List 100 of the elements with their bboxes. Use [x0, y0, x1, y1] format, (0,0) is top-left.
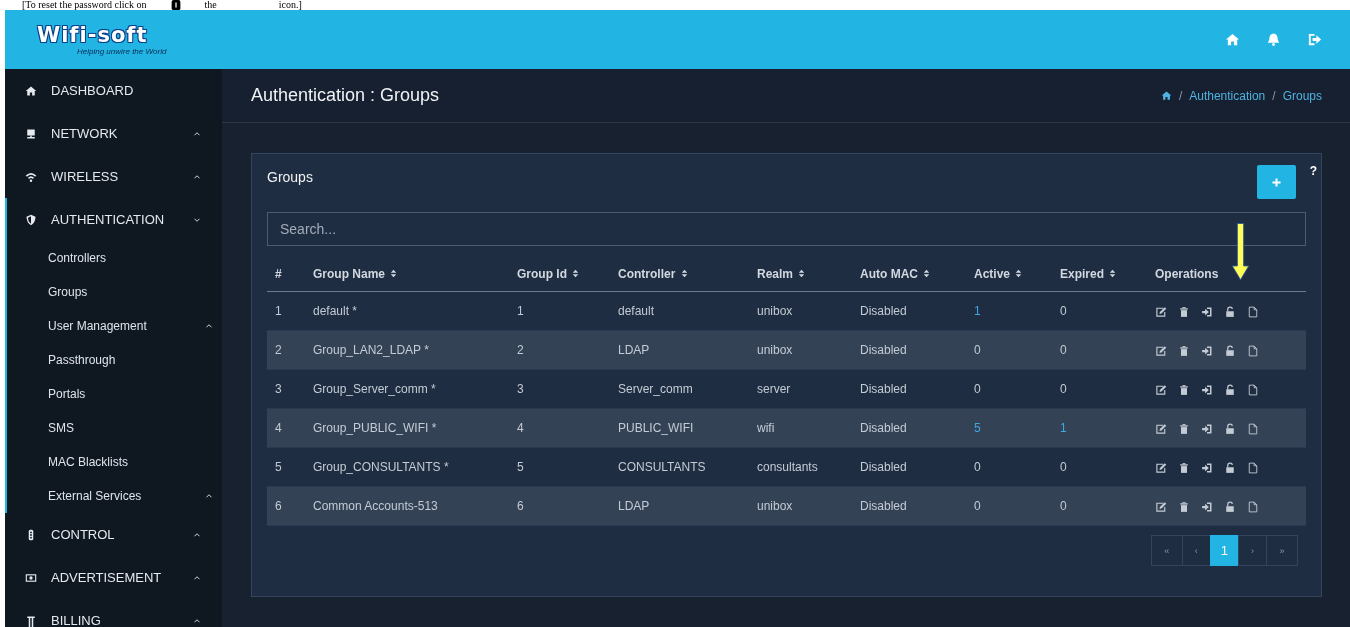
sign-in-icon[interactable] [1201, 344, 1213, 357]
sign-in-icon[interactable] [1201, 383, 1213, 396]
help-link[interactable]: ? [1309, 164, 1317, 199]
column-header[interactable]: Group Id [509, 256, 610, 292]
breadcrumb-link[interactable]: Groups [1282, 88, 1322, 103]
wifi-icon [25, 170, 37, 183]
edit-icon[interactable] [1155, 500, 1167, 513]
sidebar-item[interactable]: ADVERTISEMENT [5, 556, 222, 599]
sidebar-subitem[interactable]: Controllers [7, 241, 222, 275]
sidebar-item[interactable]: BILLING [5, 599, 222, 627]
table-cell: Group_LAN2_LDAP * [305, 330, 509, 370]
pagination-button[interactable]: « [1150, 535, 1183, 566]
trash-icon[interactable] [1178, 422, 1190, 435]
table-cell: 5 [267, 447, 305, 487]
sign-in-icon[interactable] [1201, 305, 1213, 318]
table-cell: Disabled [852, 486, 966, 526]
logo: Wifi-soft [37, 23, 148, 47]
count-link[interactable]: 5 [966, 408, 1052, 448]
file-icon[interactable] [1247, 500, 1259, 513]
table-cell: 4 [509, 408, 610, 448]
table-cell: Disabled [852, 408, 966, 448]
pagination-button[interactable]: ‹ [1181, 535, 1211, 566]
table-cell: Disabled [852, 330, 966, 370]
sign-in-icon[interactable] [1201, 422, 1213, 435]
column-header: # [267, 256, 305, 292]
sidebar-subitem[interactable]: Portals [7, 377, 222, 411]
sidebar-subitem[interactable]: External Services [7, 479, 222, 513]
table-cell: unibox [749, 330, 852, 370]
breadcrumb-link[interactable]: Authentication [1189, 88, 1266, 103]
table-cell: LDAP [610, 486, 749, 526]
file-icon[interactable] [1247, 344, 1259, 357]
sidebar-item[interactable]: DASHBOARD [5, 69, 222, 112]
column-header[interactable]: Auto MAC [852, 256, 966, 292]
edit-icon[interactable] [1155, 422, 1167, 435]
shield-icon [25, 213, 37, 226]
sign-in-icon[interactable] [1201, 500, 1213, 513]
sidebar-subitem[interactable]: SMS [7, 411, 222, 445]
edit-icon[interactable] [1155, 383, 1167, 396]
sidebar-item[interactable]: WIRELESS [5, 155, 222, 198]
column-header[interactable]: Realm [749, 256, 852, 292]
monitor-icon [25, 127, 37, 140]
sidebar-subitem[interactable]: MAC Blacklists [7, 445, 222, 479]
table-cell: Server_comm [610, 369, 749, 409]
caption-text: [To reset the password click on [22, 0, 147, 10]
unlock-icon[interactable] [1224, 383, 1236, 396]
table-cell: wifi [749, 408, 852, 448]
table-cell: 3 [509, 369, 610, 409]
trash-icon[interactable] [1178, 383, 1190, 396]
count-link[interactable]: 1 [1052, 408, 1147, 448]
pagination-button[interactable]: › [1238, 535, 1267, 566]
column-header[interactable]: Active [966, 256, 1052, 292]
table-cell: consultants [749, 447, 852, 487]
table-cell: 2 [509, 330, 610, 370]
sidebar-subitem[interactable]: Passthrough [7, 343, 222, 377]
trash-icon[interactable] [1178, 305, 1190, 318]
table-cell: 1 [267, 291, 305, 331]
table-cell: PUBLIC_WIFI [610, 408, 749, 448]
table-cell: 4 [267, 408, 305, 448]
file-icon[interactable] [1247, 383, 1259, 396]
sidebar-subitem[interactable]: Groups [7, 275, 222, 309]
add-button[interactable] [1256, 165, 1296, 199]
page-title: Authentication : Groups [251, 85, 440, 106]
table-cell: 0 [966, 486, 1052, 526]
trash-icon[interactable] [1178, 500, 1190, 513]
table-cell: default [610, 291, 749, 331]
file-icon[interactable] [1247, 305, 1259, 318]
file-icon[interactable] [1247, 422, 1259, 435]
breadcrumb-separator: / [1178, 88, 1183, 103]
home-icon [25, 84, 37, 97]
table-cell: server [749, 369, 852, 409]
unlock-icon[interactable] [1224, 461, 1236, 474]
unlock-icon[interactable] [1224, 344, 1236, 357]
unlock-icon[interactable] [1224, 305, 1236, 318]
table-cell: 0 [966, 447, 1052, 487]
caption-text: icon.] [278, 0, 302, 10]
table-cell: 0 [966, 330, 1052, 370]
edit-icon[interactable] [1155, 305, 1167, 318]
column-header[interactable]: Group Name [305, 256, 509, 292]
sign-in-icon[interactable] [1201, 461, 1213, 474]
column-header[interactable]: Controller [610, 256, 749, 292]
table-cell: 0 [1052, 447, 1147, 487]
sidebar-subitem[interactable]: User Management [7, 309, 222, 343]
trash-icon[interactable] [1178, 461, 1190, 474]
sidebar-item[interactable]: AUTHENTICATION [7, 198, 222, 241]
column-header[interactable]: Expired [1052, 256, 1147, 292]
unlock-icon[interactable] [1224, 422, 1236, 435]
home-icon[interactable] [1160, 90, 1172, 101]
table-cell: Disabled [852, 447, 966, 487]
table-cell: 0 [1052, 486, 1147, 526]
search-field[interactable]: Search... [267, 212, 1306, 246]
tagline: Helping unwire the World [77, 47, 167, 56]
sidebar-item[interactable]: NETWORK [5, 112, 222, 155]
trash-icon[interactable] [1178, 344, 1190, 357]
file-icon[interactable] [1247, 461, 1259, 474]
edit-icon[interactable] [1155, 461, 1167, 474]
pagination-button[interactable]: » [1266, 535, 1298, 566]
unlock-icon[interactable] [1224, 500, 1236, 513]
edit-icon[interactable] [1155, 344, 1167, 357]
sidebar-item[interactable]: CONTROL [5, 513, 222, 556]
count-link[interactable]: 1 [966, 291, 1052, 331]
